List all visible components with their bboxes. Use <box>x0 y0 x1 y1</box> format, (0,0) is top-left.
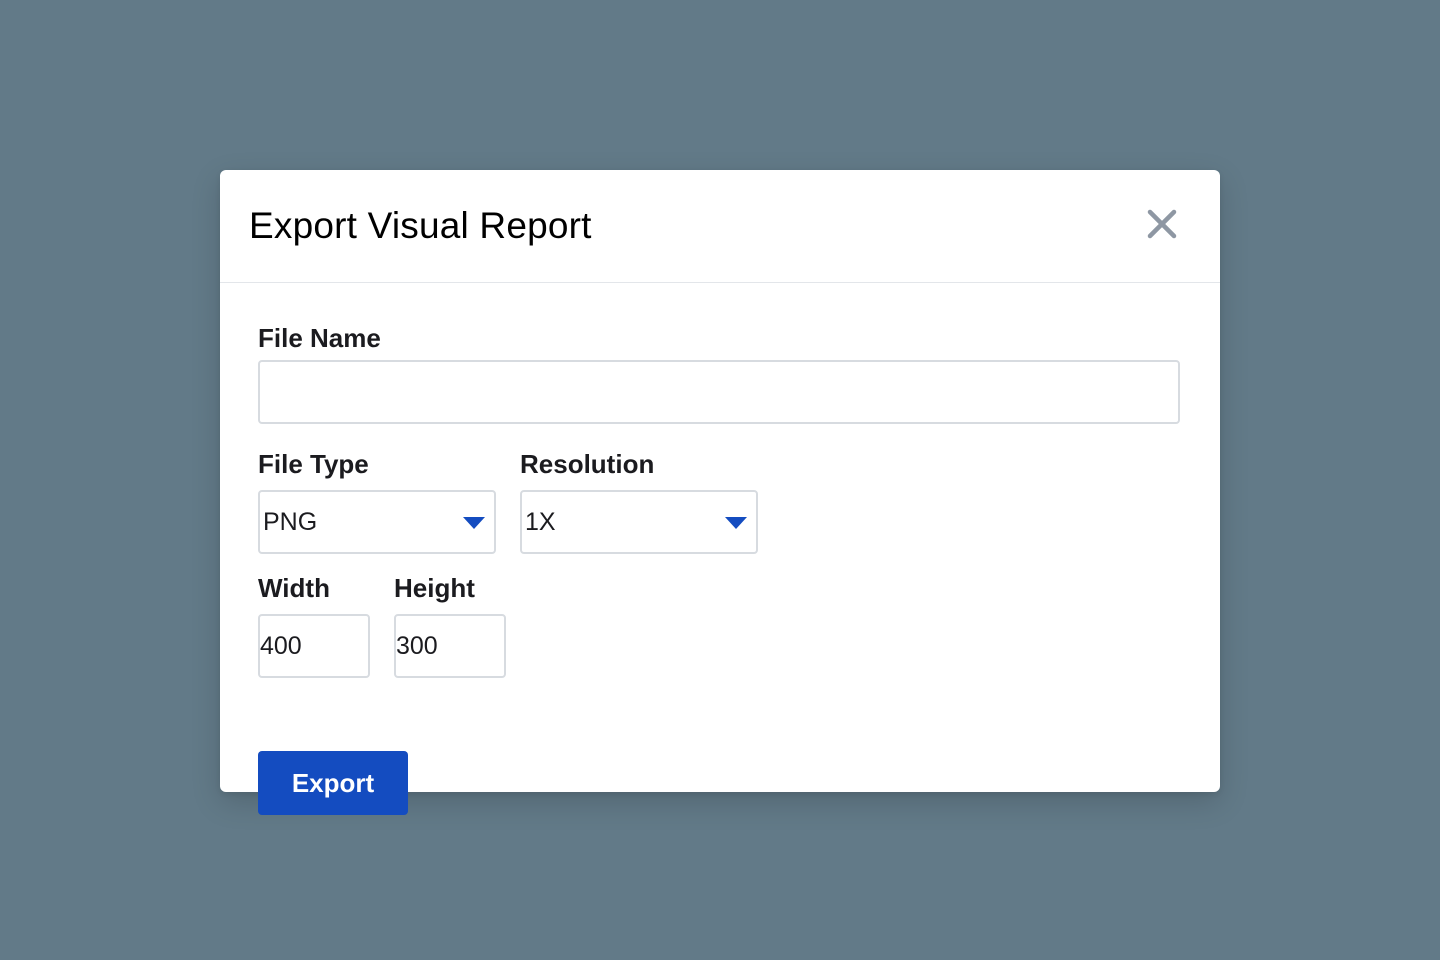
close-icon <box>1142 204 1182 244</box>
file-type-label: File Type <box>258 449 369 479</box>
file-name-input[interactable] <box>258 360 1180 424</box>
height-label: Height <box>394 573 475 603</box>
resolution-label: Resolution <box>520 449 655 479</box>
dialog-header: Export Visual Report <box>220 170 1220 283</box>
file-name-label: File Name <box>258 323 381 353</box>
export-dialog: Export Visual Report File Name File Type… <box>220 170 1220 815</box>
chevron-down-icon <box>725 517 747 529</box>
file-type-value: PNG <box>263 508 318 536</box>
width-label: Width <box>258 573 330 603</box>
file-type-select[interactable]: PNG <box>258 490 496 554</box>
dialog-body: File Name File Type PNG Resolution 1X Wi… <box>220 283 1220 792</box>
resolution-value: 1X <box>525 508 556 536</box>
width-input[interactable] <box>258 614 370 678</box>
dialog-title: Export Visual Report <box>249 205 592 246</box>
close-button[interactable] <box>1142 204 1182 244</box>
height-input[interactable] <box>394 614 506 678</box>
chevron-down-icon <box>463 517 485 529</box>
export-button[interactable]: Export <box>258 751 408 815</box>
resolution-select[interactable]: 1X <box>520 490 758 554</box>
